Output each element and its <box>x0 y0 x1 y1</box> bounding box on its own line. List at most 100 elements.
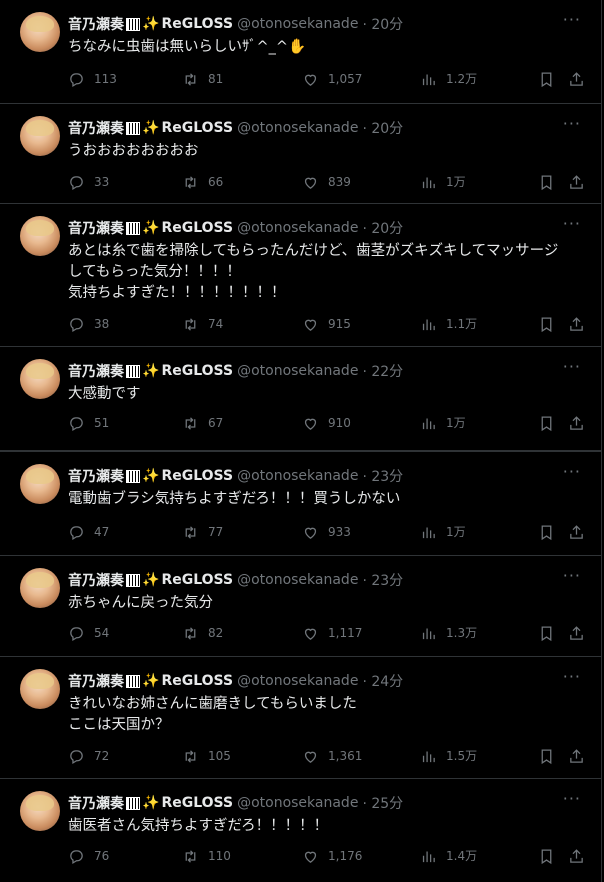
like-button[interactable]: 933 <box>302 524 351 541</box>
group-name[interactable]: ReGLOSS <box>161 363 233 379</box>
group-name[interactable]: ReGLOSS <box>161 220 233 236</box>
views-button[interactable]: 1.5万 <box>420 748 477 765</box>
views-button[interactable]: 1.3万 <box>420 625 477 642</box>
more-icon[interactable]: ··· <box>563 462 581 481</box>
retweet-button[interactable]: 110 <box>182 848 231 865</box>
tweet[interactable]: 音乃瀬奏 ✨ ReGLOSS @otonosekanade · 20分 ··· … <box>0 0 602 104</box>
views-button[interactable]: 1万 <box>420 174 466 191</box>
group-name[interactable]: ReGLOSS <box>161 16 233 32</box>
more-icon[interactable]: ··· <box>563 114 581 133</box>
reply-button[interactable]: 113 <box>68 71 117 88</box>
timestamp[interactable]: · 20分 <box>362 14 403 34</box>
display-name[interactable]: 音乃瀬奏 <box>68 118 124 138</box>
handle[interactable]: @otonosekanade <box>237 795 358 811</box>
tweet[interactable]: 音乃瀬奏 ✨ ReGLOSS @otonosekanade · 25分 ··· … <box>0 779 602 882</box>
share-button[interactable] <box>568 625 594 642</box>
retweet-button[interactable]: 66 <box>182 174 223 191</box>
avatar[interactable] <box>20 359 60 399</box>
avatar[interactable] <box>20 568 60 608</box>
bookmark-button[interactable] <box>538 625 564 642</box>
like-button[interactable]: 1,057 <box>302 71 362 88</box>
avatar[interactable] <box>20 216 60 256</box>
bookmark-button[interactable] <box>538 415 564 432</box>
retweet-button[interactable]: 82 <box>182 625 223 642</box>
reply-button[interactable]: 47 <box>68 524 109 541</box>
display-name[interactable]: 音乃瀬奏 <box>68 218 124 238</box>
handle[interactable]: @otonosekanade <box>237 16 358 32</box>
handle[interactable]: @otonosekanade <box>237 468 358 484</box>
reply-button[interactable]: 72 <box>68 748 109 765</box>
handle[interactable]: @otonosekanade <box>237 220 358 236</box>
handle[interactable]: @otonosekanade <box>237 572 358 588</box>
handle[interactable]: @otonosekanade <box>237 120 358 136</box>
views-button[interactable]: 1.1万 <box>420 316 477 333</box>
share-button[interactable] <box>568 748 594 765</box>
bookmark-button[interactable] <box>538 748 564 765</box>
like-button[interactable]: 1,176 <box>302 848 362 865</box>
tweet[interactable]: 音乃瀬奏 ✨ ReGLOSS @otonosekanade · 23分 ··· … <box>0 556 602 657</box>
tweet[interactable]: 音乃瀬奏 ✨ ReGLOSS @otonosekanade · 20分 ··· … <box>0 204 602 347</box>
reply-button[interactable]: 33 <box>68 174 109 191</box>
like-button[interactable]: 1,361 <box>302 748 362 765</box>
handle[interactable]: @otonosekanade <box>237 363 358 379</box>
bookmark-button[interactable] <box>538 71 564 88</box>
timestamp[interactable]: · 22分 <box>362 361 403 381</box>
display-name[interactable]: 音乃瀬奏 <box>68 466 124 486</box>
bookmark-button[interactable] <box>538 524 564 541</box>
avatar[interactable] <box>20 116 60 156</box>
retweet-button[interactable]: 74 <box>182 316 223 333</box>
group-name[interactable]: ReGLOSS <box>161 120 233 136</box>
more-icon[interactable]: ··· <box>563 667 581 686</box>
avatar[interactable] <box>20 669 60 709</box>
retweet-button[interactable]: 81 <box>182 71 223 88</box>
share-button[interactable] <box>568 174 594 191</box>
more-icon[interactable]: ··· <box>563 10 581 29</box>
timestamp[interactable]: · 20分 <box>362 118 403 138</box>
share-button[interactable] <box>568 71 594 88</box>
retweet-button[interactable]: 77 <box>182 524 223 541</box>
more-icon[interactable]: ··· <box>563 566 581 585</box>
handle[interactable]: @otonosekanade <box>237 673 358 689</box>
tweet[interactable]: 音乃瀬奏 ✨ ReGLOSS @otonosekanade · 22分 ··· … <box>0 347 602 451</box>
avatar[interactable] <box>20 791 60 831</box>
tweet[interactable]: 音乃瀬奏 ✨ ReGLOSS @otonosekanade · 24分 ··· … <box>0 657 602 779</box>
share-button[interactable] <box>568 524 594 541</box>
display-name[interactable]: 音乃瀬奏 <box>68 14 124 34</box>
more-icon[interactable]: ··· <box>563 214 581 233</box>
group-name[interactable]: ReGLOSS <box>161 673 233 689</box>
more-icon[interactable]: ··· <box>563 357 581 376</box>
like-button[interactable]: 915 <box>302 316 351 333</box>
display-name[interactable]: 音乃瀬奏 <box>68 570 124 590</box>
views-button[interactable]: 1.4万 <box>420 848 477 865</box>
timestamp[interactable]: · 23分 <box>362 570 403 590</box>
reply-button[interactable]: 54 <box>68 625 109 642</box>
timestamp[interactable]: · 25分 <box>362 793 403 813</box>
display-name[interactable]: 音乃瀬奏 <box>68 361 124 381</box>
reply-button[interactable]: 38 <box>68 316 109 333</box>
bookmark-button[interactable] <box>538 316 564 333</box>
share-button[interactable] <box>568 415 594 432</box>
tweet[interactable]: 音乃瀬奏 ✨ ReGLOSS @otonosekanade · 23分 ··· … <box>0 451 602 556</box>
display-name[interactable]: 音乃瀬奏 <box>68 671 124 691</box>
tweet[interactable]: 音乃瀬奏 ✨ ReGLOSS @otonosekanade · 20分 ··· … <box>0 104 602 204</box>
timestamp[interactable]: · 24分 <box>362 671 403 691</box>
more-icon[interactable]: ··· <box>563 789 581 808</box>
reply-button[interactable]: 76 <box>68 848 109 865</box>
views-button[interactable]: 1万 <box>420 524 466 541</box>
group-name[interactable]: ReGLOSS <box>161 468 233 484</box>
share-button[interactable] <box>568 848 594 865</box>
avatar[interactable] <box>20 12 60 52</box>
reply-button[interactable]: 51 <box>68 415 109 432</box>
group-name[interactable]: ReGLOSS <box>161 572 233 588</box>
avatar[interactable] <box>20 464 60 504</box>
like-button[interactable]: 1,117 <box>302 625 362 642</box>
retweet-button[interactable]: 67 <box>182 415 223 432</box>
bookmark-button[interactable] <box>538 174 564 191</box>
timestamp[interactable]: · 23分 <box>362 466 403 486</box>
bookmark-button[interactable] <box>538 848 564 865</box>
retweet-button[interactable]: 105 <box>182 748 231 765</box>
share-button[interactable] <box>568 316 594 333</box>
display-name[interactable]: 音乃瀬奏 <box>68 793 124 813</box>
views-button[interactable]: 1万 <box>420 415 466 432</box>
like-button[interactable]: 910 <box>302 415 351 432</box>
